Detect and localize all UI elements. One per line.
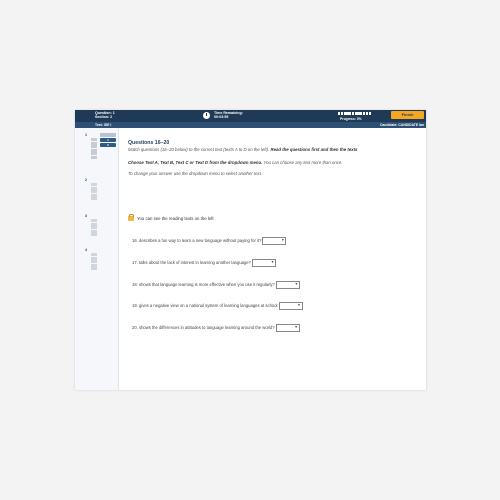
question-text: 20. shows the differences in attitudes t… [132, 325, 275, 331]
answer-dropdown[interactable] [275, 281, 300, 289]
question-row: 17. talks about the lack of interest in … [132, 259, 276, 267]
lock-icon [128, 213, 135, 221]
candidate-name: Candidate: CANDIDATE Ian [379, 122, 424, 127]
question-text: 16. describes a fun way to learn a new l… [132, 238, 262, 244]
answer-dropdown[interactable] [275, 324, 300, 332]
question-row: 16. describes a fun way to learn a new l… [132, 237, 287, 245]
nav-block[interactable] [91, 226, 97, 230]
change-answer-note: To change your answer use the dropdown m… [128, 171, 263, 176]
nav-group-blocks [91, 253, 97, 271]
question-info: Question: 1 Section: 2 [95, 111, 115, 119]
question-text: 17. talks about the lack of interest in … [132, 260, 251, 266]
nav-group-number: 3 [85, 214, 87, 218]
nav-block[interactable] [91, 256, 97, 260]
timer: Time Remaining: 00:03:55 [214, 111, 243, 119]
nav-block[interactable] [91, 267, 97, 271]
nav-block[interactable] [91, 253, 97, 256]
progress-label: Progress: 0% [340, 116, 362, 121]
question-row: 20. shows the differences in attitudes t… [132, 324, 300, 332]
nav-block[interactable] [91, 263, 97, 267]
nav-block[interactable] [91, 148, 97, 152]
nav-block[interactable] [91, 141, 97, 145]
instructions: Choose Text A, Text B, Text C or Text D … [128, 160, 418, 166]
nav-block[interactable] [91, 186, 97, 190]
nav-badge[interactable]: 2 [100, 143, 116, 147]
intro-text: Match questions (16–20 below) to the cor… [128, 147, 418, 153]
nav-block[interactable] [91, 138, 97, 141]
nav-block[interactable] [91, 183, 97, 186]
finish-button[interactable]: Finish [391, 111, 424, 119]
question-row: 18. shows that language learning is more… [132, 281, 300, 289]
answer-dropdown[interactable] [262, 237, 287, 245]
test-name: Test: IDE I [95, 122, 112, 127]
note-text: You can see the reading texts on the lef… [137, 216, 214, 221]
instructions-plain: You can choose any text more than once. [262, 160, 343, 165]
reading-texts-note: You can see the reading texts on the lef… [128, 213, 214, 221]
nav-block[interactable] [91, 197, 97, 201]
nav-group-blocks [91, 138, 97, 160]
section-number: Section: 2 [95, 115, 113, 120]
nav-block[interactable] [91, 152, 97, 156]
answer-dropdown[interactable] [251, 259, 276, 267]
question-content: Questions 16–20 Match questions (16–20 b… [128, 140, 418, 177]
nav-group-blocks [91, 219, 97, 237]
question-text: 18. shows that language learning is more… [132, 282, 275, 288]
nav-group-number: 2 [85, 178, 87, 182]
progress-indicator [338, 112, 371, 115]
nav-group-number: 1 [85, 133, 87, 137]
nav-block[interactable] [91, 260, 97, 264]
sub-bar: Test: IDE I Candidate: CANDIDATE Ian [75, 122, 426, 128]
progress-dot [368, 112, 371, 115]
question-navigator: 1 1 2 2 3 4 [75, 128, 119, 390]
nav-block[interactable] [91, 193, 97, 197]
nav-block[interactable] [91, 219, 97, 222]
nav-badge-current[interactable]: 1 [100, 138, 116, 142]
instructions-bold: Choose Text A, Text B, Text C or Text D … [128, 160, 263, 165]
nav-badges: 1 2 [100, 133, 116, 148]
intro-bold: Read the questions first and then the te… [270, 147, 358, 152]
question-text: 19. gives a negative view on a national … [132, 303, 278, 309]
clock-icon [203, 112, 210, 119]
answer-dropdown[interactable] [278, 302, 303, 310]
intro-plain: Match questions (16–20 below) to the cor… [128, 147, 271, 152]
nav-block[interactable] [91, 233, 97, 237]
top-bar: Question: 1 Section: 2 Time Remaining: 0… [75, 110, 426, 122]
nav-block[interactable] [91, 222, 97, 226]
nav-group-number: 4 [85, 248, 87, 252]
nav-badge[interactable] [100, 133, 116, 137]
nav-block[interactable] [91, 145, 97, 149]
questions-title: Questions 16–20 [128, 140, 170, 146]
time-remaining-value: 00:03:55 [214, 115, 229, 120]
nav-block[interactable] [91, 229, 97, 233]
nav-block[interactable] [91, 155, 97, 159]
nav-block[interactable] [91, 190, 97, 194]
question-row: 19. gives a negative view on a national … [132, 302, 303, 310]
nav-group-blocks [91, 183, 97, 201]
